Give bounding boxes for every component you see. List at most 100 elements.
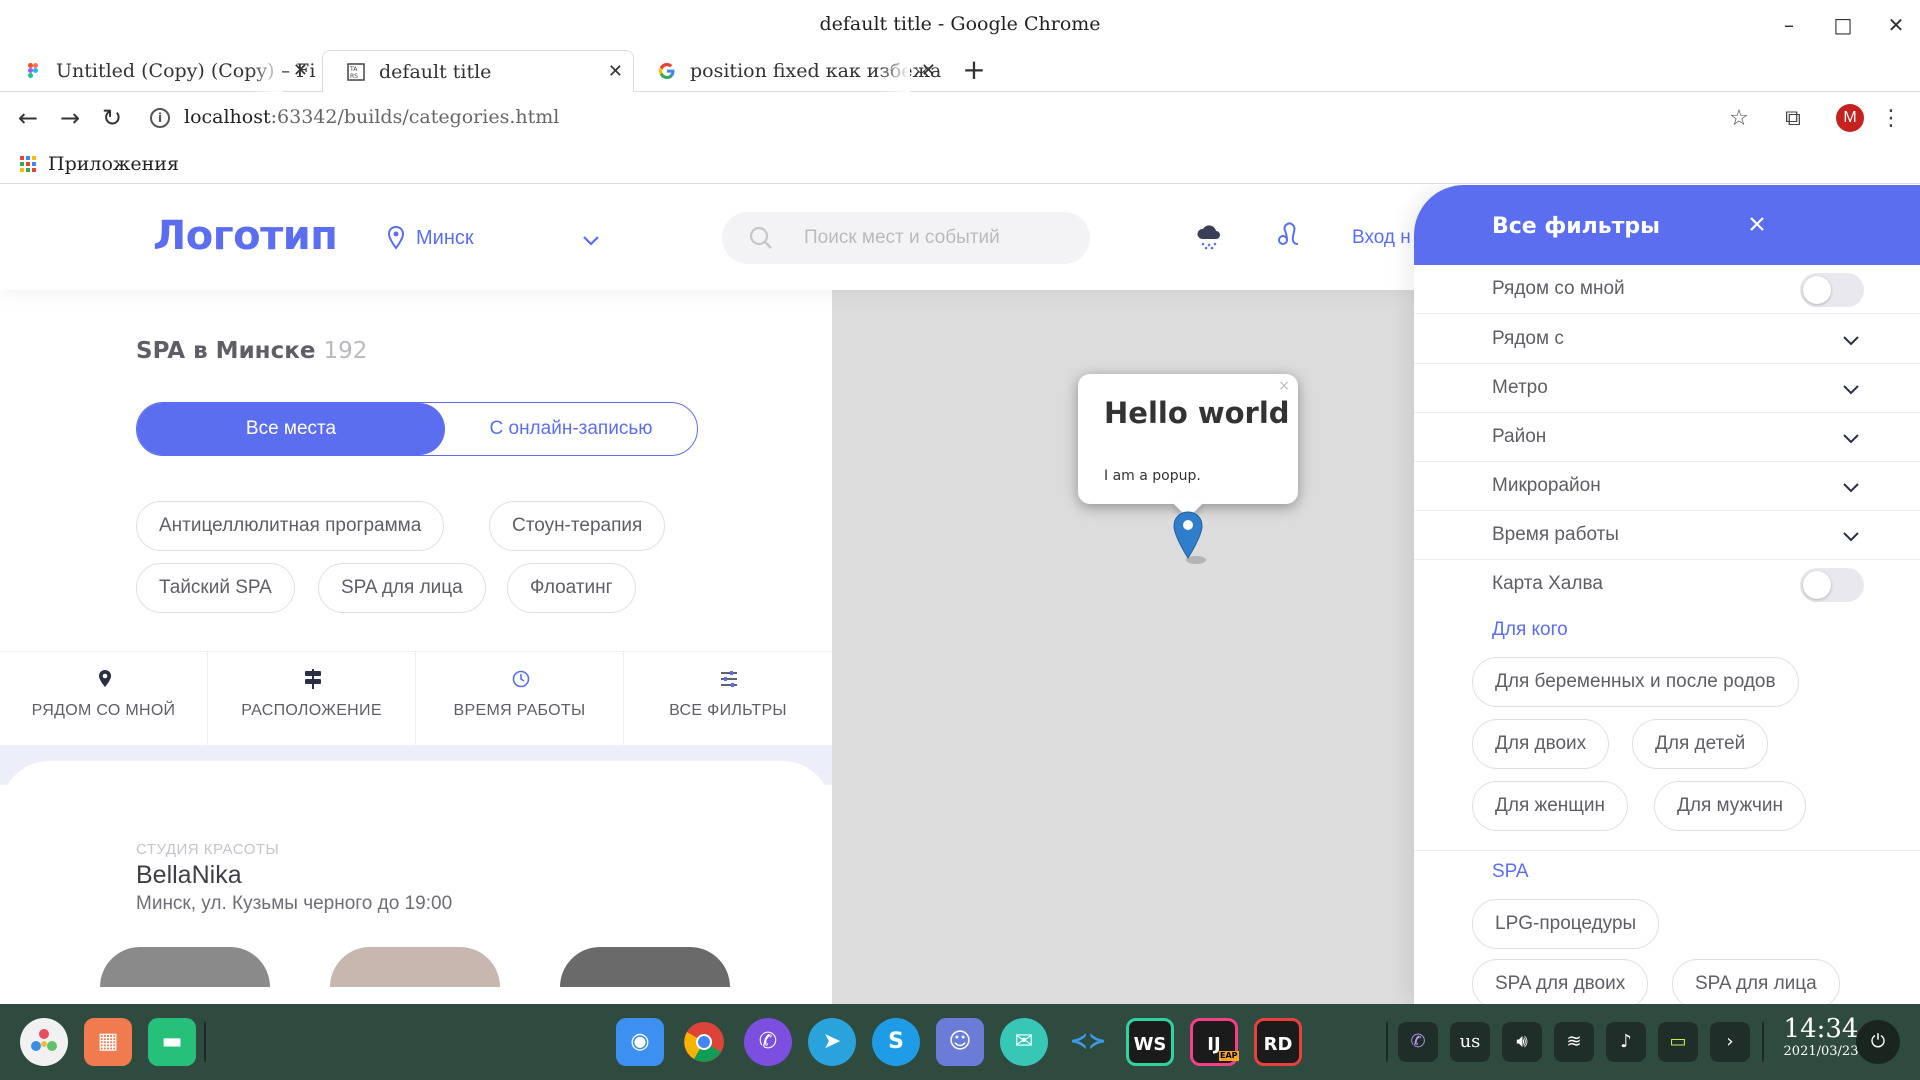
viber-tray-icon[interactable]: ✆ xyxy=(1398,1022,1438,1062)
place-card[interactable]: СТУДИЯ КРАСОТЫ BellaNika Минск, ул. Кузь… xyxy=(0,761,832,987)
volume-icon[interactable]: 🔊︎ xyxy=(1502,1022,1542,1062)
chip-anticellulite[interactable]: Антицеллюлитная программа xyxy=(136,501,445,551)
filter-row-hours[interactable]: Время работы xyxy=(1414,511,1920,560)
extension-icon[interactable]: ⧉ xyxy=(1778,104,1808,134)
search-input[interactable]: Поиск мест и событий xyxy=(722,212,1090,264)
filter-label: ВРЕМЯ РАБОТЫ xyxy=(453,702,586,719)
filter-label: РЯДОМ СО МНОЙ xyxy=(31,702,176,719)
bookmarks-bar: Приложения xyxy=(0,144,1920,184)
mail-icon[interactable]: ✉ xyxy=(1000,1018,1048,1066)
back-button[interactable]: ← xyxy=(12,102,44,134)
filter-row-halva-card[interactable]: Карта Халва xyxy=(1414,560,1920,609)
chip-lpg[interactable]: LPG-процедуры xyxy=(1472,899,1660,949)
launcher-icon[interactable] xyxy=(20,1018,68,1066)
skype-icon[interactable]: S xyxy=(872,1018,920,1066)
filter-row-label: Карта Халва xyxy=(1492,573,1603,594)
filter-label: РАСПОЛОЖЕНИЕ xyxy=(241,702,382,719)
tab-default-title[interactable]: TA RS default title ✕ xyxy=(322,50,634,93)
profile-avatar[interactable]: M xyxy=(1836,104,1864,132)
weather-snow-cloud-icon[interactable] xyxy=(1194,221,1224,251)
forward-button[interactable]: → xyxy=(54,102,86,134)
place-photo[interactable] xyxy=(560,947,730,987)
chip-thai-spa[interactable]: Тайский SPA xyxy=(136,563,295,613)
close-icon[interactable]: ✕ xyxy=(608,51,623,92)
close-icon[interactable]: ✕ xyxy=(921,50,936,92)
expand-tray-icon[interactable]: › xyxy=(1710,1022,1750,1062)
login-link[interactable]: Вход н xyxy=(1352,227,1411,249)
close-icon[interactable] xyxy=(1742,209,1772,239)
chip-spa-for-two[interactable]: SPA для двоих xyxy=(1472,959,1649,1004)
chevron-down-icon[interactable] xyxy=(580,229,602,251)
site-logo[interactable]: Логотип xyxy=(153,213,338,259)
terminal-icon[interactable]: ▬ xyxy=(148,1018,196,1066)
tab-fade xyxy=(880,50,910,92)
filter-row-microdistrict[interactable]: Микрорайон xyxy=(1414,462,1920,511)
chip-spa-face[interactable]: SPA для лица xyxy=(318,563,486,613)
nearby-toggle[interactable] xyxy=(1800,273,1864,307)
power-icon[interactable]: ⏻ xyxy=(1856,1020,1900,1064)
keyboard-layout[interactable]: us xyxy=(1450,1022,1490,1062)
place-photo[interactable] xyxy=(330,947,500,987)
map-marker-icon[interactable] xyxy=(1170,510,1210,566)
chip-spa-face[interactable]: SPA для лица xyxy=(1672,959,1840,1004)
tab-figma[interactable]: Untitled (Copy) (Copy) – Fi ✕ xyxy=(0,50,318,92)
listing-panel: SPA в Минске 192 Все места С онлайн-запи… xyxy=(0,290,832,1004)
filter-row-metro[interactable]: Метро xyxy=(1414,364,1920,413)
city-selector[interactable]: Минск xyxy=(416,227,474,250)
os-taskbar: ▦ ▬ ◉ ✆ ➤ S ☺ ✉ ≺≻ WS IJ EAP RD ✆ us 🔊︎ ≋… xyxy=(0,1004,1920,1080)
filter-location[interactable]: РАСПОЛОЖЕНИЕ xyxy=(208,652,416,746)
site-info-icon[interactable]: i xyxy=(150,108,170,128)
filter-opening-hours[interactable]: ВРЕМЯ РАБОТЫ xyxy=(416,652,624,746)
chrome-icon[interactable] xyxy=(680,1018,728,1066)
chip-stone-therapy[interactable]: Стоун-терапия xyxy=(489,501,666,551)
chip-for-men[interactable]: Для мужчин xyxy=(1654,781,1807,831)
halva-card-toggle[interactable] xyxy=(1800,568,1864,602)
filter-row-nearby[interactable]: Рядом со мной xyxy=(1414,265,1920,314)
battery-icon[interactable]: ▭ xyxy=(1658,1022,1698,1062)
new-tab-button[interactable]: + xyxy=(958,54,990,86)
segment-online-booking[interactable]: С онлайн-записью xyxy=(445,403,697,455)
notifications-bell-icon[interactable]: ♪ xyxy=(1606,1022,1646,1062)
chip-for-kids[interactable]: Для детей xyxy=(1632,719,1769,769)
viber-icon[interactable]: ✆ xyxy=(744,1018,792,1066)
apps-bookmark[interactable]: Приложения xyxy=(48,153,179,175)
app-grid-icon[interactable]: ▦ xyxy=(84,1018,132,1066)
rider-icon[interactable]: RD xyxy=(1254,1018,1302,1066)
wifi-icon[interactable]: ≋ xyxy=(1554,1022,1594,1062)
file-manager-icon[interactable]: ◉ xyxy=(616,1018,664,1066)
apps-grid-icon[interactable] xyxy=(20,156,36,172)
filter-row-near[interactable]: Рядом с xyxy=(1414,315,1920,364)
tab-fade xyxy=(252,50,282,92)
vscode-icon[interactable]: ≺≻ xyxy=(1064,1018,1112,1066)
taskbar-clock[interactable]: 14:34 2021/03/23 xyxy=(1776,1014,1866,1060)
signpost-icon xyxy=(305,669,321,689)
zodiac-leo-icon[interactable] xyxy=(1274,221,1304,251)
menu-kebab-icon[interactable]: ⋮ xyxy=(1876,104,1906,134)
chip-floating[interactable]: Флоатинг xyxy=(507,563,636,613)
place-photo[interactable] xyxy=(100,947,270,987)
address-bar[interactable]: localhost:63342/builds/categories.html xyxy=(184,106,559,128)
intellij-idea-icon[interactable]: IJ EAP xyxy=(1190,1018,1239,1066)
close-window-button[interactable]: ✕ xyxy=(1876,10,1916,40)
page-title: SPA в Минске 192 xyxy=(136,338,368,364)
filter-nearby[interactable]: РЯДОМ СО МНОЙ xyxy=(0,652,208,746)
maximize-button[interactable]: □ xyxy=(1823,10,1863,40)
figma-icon xyxy=(28,63,38,78)
tab-google[interactable]: position fixed как избежа ✕ xyxy=(634,50,946,92)
filter-row-district[interactable]: Район xyxy=(1414,413,1920,462)
place-name[interactable]: BellaNika xyxy=(136,861,242,890)
bookmark-star-icon[interactable]: ☆ xyxy=(1724,104,1754,134)
chip-pregnant[interactable]: Для беременных и после родов xyxy=(1472,657,1799,707)
clock-date: 2021/03/23 xyxy=(1783,1044,1859,1059)
discord-icon[interactable]: ☺ xyxy=(936,1018,984,1066)
reload-button[interactable]: ↻ xyxy=(96,102,128,134)
chip-for-two[interactable]: Для двоих xyxy=(1472,719,1610,769)
popup-close-button[interactable]: × xyxy=(1278,378,1290,394)
filter-all-filters[interactable]: ВСЕ ФИЛЬТРЫ xyxy=(624,652,832,746)
webstorm-icon[interactable]: WS xyxy=(1126,1018,1174,1066)
chip-for-women[interactable]: Для женщин xyxy=(1472,781,1629,831)
close-icon[interactable]: ✕ xyxy=(293,50,308,92)
minimize-button[interactable]: – xyxy=(1769,10,1809,40)
segment-all-places[interactable]: Все места xyxy=(137,403,445,455)
telegram-icon[interactable]: ➤ xyxy=(808,1018,856,1066)
